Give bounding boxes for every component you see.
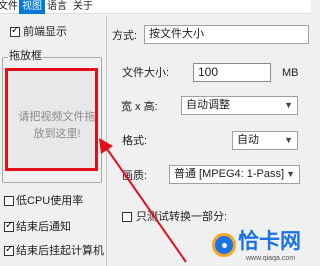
annotation-arrow	[99, 138, 187, 263]
watermark-url: www.qiaqa.com	[246, 255, 296, 262]
watermark-text: 恰卡网	[238, 230, 301, 253]
site-watermark: 恰卡网 www.qiaqa.com	[210, 228, 311, 266]
watermark-logo-icon	[212, 233, 236, 257]
